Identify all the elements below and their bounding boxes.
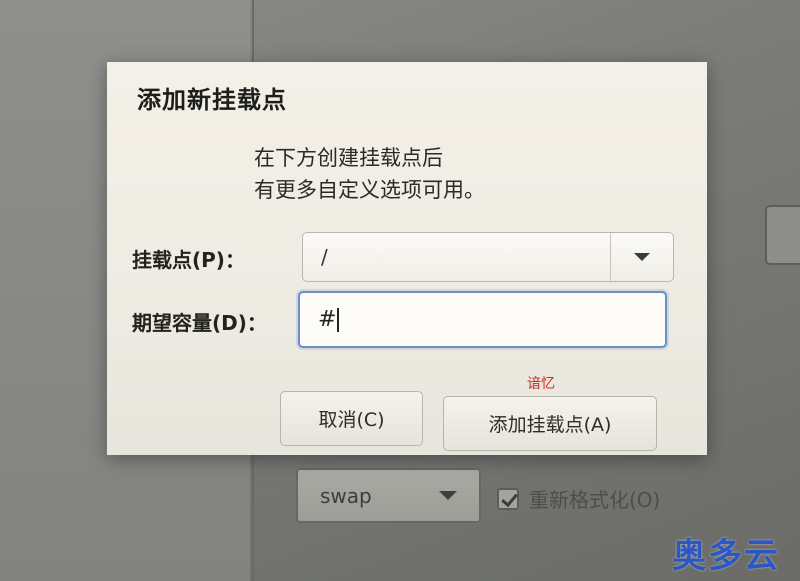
red-annotation: 谙忆 — [527, 376, 555, 392]
desired-capacity-label: 期望容量(D)： — [132, 311, 267, 335]
chevron-down-icon — [634, 253, 650, 261]
dialog-description-line-2: 有更多自定义选项可用。 — [254, 178, 485, 202]
mount-point-value[interactable]: / — [303, 245, 610, 269]
chevron-down-icon — [439, 491, 457, 500]
watermark-logo-text: 奥多云 — [672, 536, 780, 576]
desired-capacity-value: # — [318, 307, 337, 332]
filesystem-dropdown[interactable]: swap — [296, 468, 481, 523]
dialog-description-line-1: 在下方创建挂载点后 — [254, 146, 443, 170]
reformat-label: 重新格式化(O) — [529, 488, 661, 512]
desired-capacity-input[interactable]: # — [298, 291, 667, 348]
mount-point-combo[interactable]: / — [302, 232, 674, 282]
dialog-title: 添加新挂载点 — [137, 86, 287, 114]
add-mount-point-button[interactable]: 添加挂载点(A) — [443, 396, 657, 451]
filesystem-dropdown-value: swap — [320, 483, 372, 508]
mount-point-dropdown-button[interactable] — [611, 233, 673, 281]
reformat-checkbox[interactable] — [497, 487, 519, 510]
mount-point-label: 挂载点(P)： — [132, 248, 245, 272]
text-cursor — [337, 307, 340, 332]
add-mount-point-dialog: 添加新挂载点 在下方创建挂载点后 有更多自定义选项可用。 挂载点(P)： / 期… — [107, 62, 707, 455]
dialog-description: 在下方创建挂载点后 有更多自定义选项可用。 — [254, 142, 485, 206]
cancel-button[interactable]: 取消(C) — [280, 391, 423, 446]
reformat-option[interactable]: 重新格式化(O) — [497, 484, 660, 513]
background-side-button[interactable] — [765, 205, 800, 265]
